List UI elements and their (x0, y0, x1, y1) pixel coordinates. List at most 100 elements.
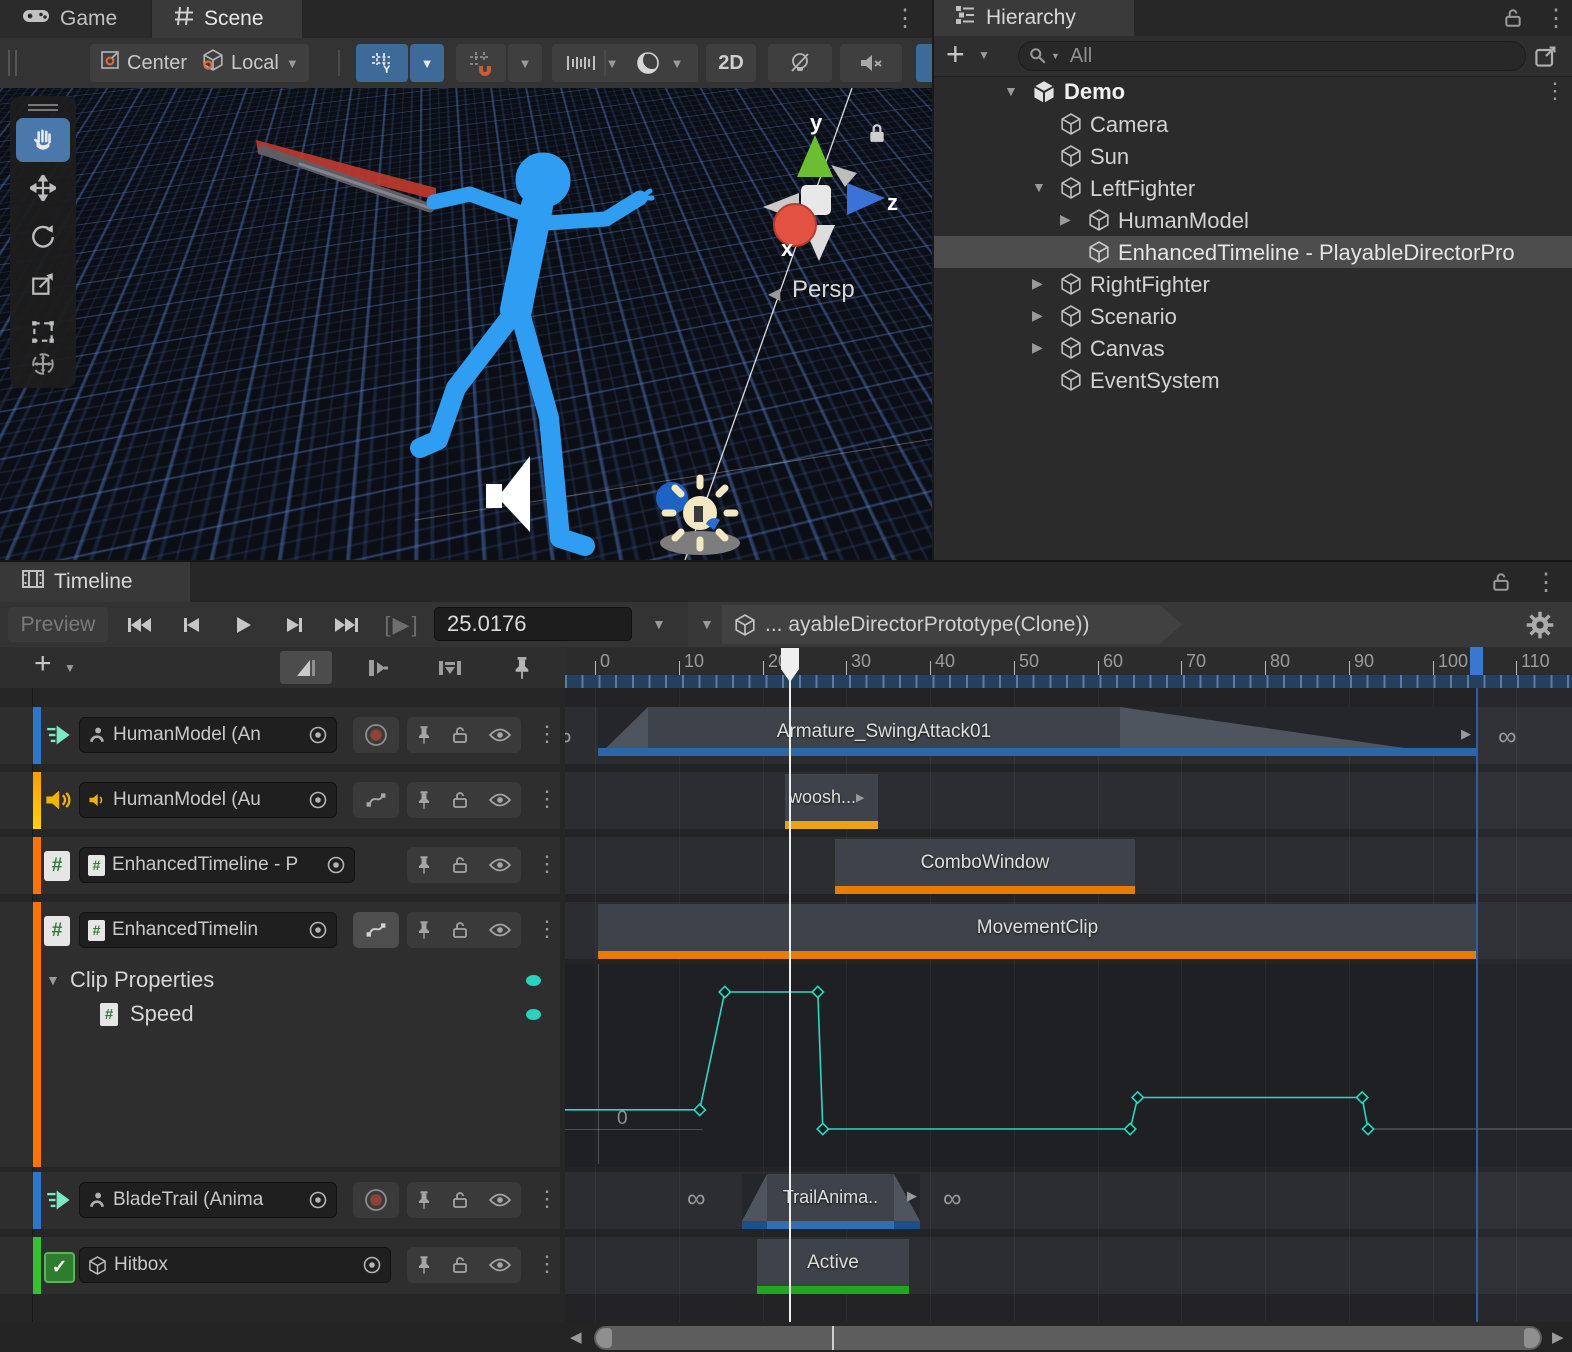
scale-tool-button[interactable] (16, 262, 70, 306)
timeline-settings-gear-icon[interactable] (1526, 611, 1554, 639)
lock-icon[interactable] (452, 1191, 468, 1209)
lock-icon[interactable] (452, 791, 468, 809)
object-picker-icon[interactable] (362, 1255, 382, 1275)
pin-icon[interactable] (417, 855, 431, 875)
grid-snap-y-button[interactable]: Y (356, 44, 408, 82)
hierarchy-lock-icon[interactable] (1504, 8, 1522, 28)
clip-properties-row[interactable]: ▼ Clip Properties (0, 964, 560, 998)
mix-mode-button[interactable] (280, 651, 332, 684)
track-header-hitbox[interactable]: ✓ Hitbox ⋮ (0, 1237, 560, 1294)
active-checkbox[interactable]: ✓ (44, 1252, 75, 1283)
projection-label[interactable]: Persp (792, 276, 855, 304)
foldout-closed-icon[interactable]: ▶ (1032, 275, 1043, 292)
time-field-dropdown-icon[interactable]: ▼ (652, 616, 666, 632)
lock-icon[interactable] (452, 726, 468, 744)
effects-button-partial[interactable] (916, 44, 932, 82)
lock-icon[interactable] (452, 921, 468, 939)
timeline-lock-icon[interactable] (1492, 572, 1510, 592)
track-kebab-icon[interactable]: ⋮ (536, 851, 558, 877)
scrollbar-handle-right[interactable] (1524, 1328, 1540, 1348)
eye-icon[interactable] (489, 1193, 511, 1207)
curves-button[interactable] (353, 782, 399, 818)
gizmo-lock-icon[interactable] (868, 123, 886, 143)
hierarchy-item-humanmodel[interactable]: ▶ HumanModel (934, 204, 1572, 236)
tab-hierarchy[interactable]: Hierarchy (934, 0, 1134, 36)
search-input[interactable]: ▼ All (1018, 41, 1526, 71)
track-kebab-icon[interactable]: ⋮ (536, 1186, 558, 1212)
lock-icon[interactable] (452, 856, 468, 874)
eye-icon[interactable] (489, 858, 511, 872)
clip-active[interactable]: Active (757, 1239, 909, 1286)
clip-woosh[interactable]: woosh... ▶ (785, 774, 878, 821)
add-track-button[interactable]: + (34, 647, 52, 681)
object-picker-icon[interactable] (308, 725, 328, 745)
hierarchy-item-sun[interactable]: Sun (934, 140, 1572, 172)
director-dropdown-icon[interactable]: ▼ (700, 616, 714, 632)
timeline-end-marker[interactable] (1470, 647, 1483, 675)
overlay-drag-handle[interactable] (28, 104, 58, 106)
ripple-mode-button[interactable] (352, 651, 404, 684)
scene-audio-mute-button[interactable] (840, 44, 902, 82)
transform-tool-button[interactable] (16, 344, 70, 384)
timeline-kebab-icon[interactable]: ⋮ (1534, 568, 1558, 597)
clip-movement[interactable]: MovementClip (598, 904, 1477, 951)
hierarchy-item-camera[interactable]: Camera (934, 108, 1572, 140)
hierarchy-item-canvas[interactable]: ▶ Canvas (934, 332, 1572, 364)
track-kebab-icon[interactable]: ⋮ (536, 916, 558, 942)
gizmo-axis-y-label[interactable]: y (810, 110, 822, 136)
scene-viewport[interactable]: y z x ◀ Persp (0, 88, 932, 560)
pin-icon[interactable] (417, 920, 431, 940)
hierarchy-kebab-icon[interactable]: ⋮ (1544, 4, 1568, 33)
object-picker-icon[interactable] (308, 790, 328, 810)
marker-pin-button[interactable] (496, 651, 548, 684)
shading-mode-dropdown[interactable]: ▼ (620, 44, 698, 82)
grid-snap-y-dropdown[interactable]: ▼ (410, 44, 444, 82)
foldout-closed-icon[interactable]: ▶ (1060, 211, 1071, 228)
scroll-left-icon[interactable]: ◀ (570, 1328, 582, 1346)
track-binding-field[interactable]: BladeTrail (Anima (79, 1182, 337, 1218)
track-header-bladetrail[interactable]: BladeTrail (Anima ⋮ (0, 1172, 560, 1229)
gizmo-axis-z-label[interactable]: z (887, 190, 898, 216)
preview-button[interactable]: Preview (8, 607, 108, 642)
hierarchy-item-rightfighter[interactable]: ▶ RightFighter (934, 268, 1572, 300)
pin-icon[interactable] (417, 1190, 431, 1210)
track-binding-field[interactable]: # EnhancedTimelin (79, 912, 337, 948)
snap-magnet-button[interactable] (456, 44, 506, 82)
snap-magnet-dropdown[interactable]: ▼ (508, 44, 542, 82)
eye-icon[interactable] (489, 728, 511, 742)
hierarchy-item-eventsystem[interactable]: EventSystem (934, 364, 1572, 396)
gizmo-axis-x-label[interactable]: x (781, 236, 793, 262)
track-binding-field[interactable]: Hitbox (79, 1247, 391, 1283)
eye-icon[interactable] (489, 1258, 511, 1272)
scroll-right-icon[interactable]: ▶ (1552, 1328, 1564, 1346)
tab-scene[interactable]: Scene (152, 0, 302, 38)
scene-menu-kebab-icon[interactable]: ⋮ (893, 4, 917, 33)
go-to-start-button[interactable] (114, 606, 164, 643)
tab-timeline[interactable]: Timeline (0, 562, 190, 602)
go-to-end-button[interactable] (322, 606, 372, 643)
object-picker-icon[interactable] (308, 920, 328, 940)
toggle-2d-button[interactable]: 2D (706, 44, 756, 82)
hierarchy-item-leftfighter[interactable]: ▼ LeftFighter (934, 172, 1572, 204)
eye-icon[interactable] (489, 923, 511, 937)
pin-icon[interactable] (417, 790, 431, 810)
hierarchy-item-demo[interactable]: ▼ Demo ⋮ (934, 76, 1572, 108)
track-header-enhancedtimeline-combo[interactable]: # # EnhancedTimeline - P ⋮ (0, 837, 560, 894)
clip-trail-easein[interactable] (742, 1174, 767, 1221)
track-binding-field[interactable]: # EnhancedTimeline - P (79, 847, 355, 883)
foldout-open-icon[interactable]: ▼ (46, 972, 60, 988)
search-filter-dropdown-icon[interactable]: ▼ (1051, 51, 1060, 61)
play-button[interactable] (218, 606, 268, 643)
item-kebab-icon[interactable]: ⋮ (1544, 78, 1566, 104)
hierarchy-item-scenario[interactable]: ▶ Scenario (934, 300, 1572, 332)
current-time-field[interactable]: 25.0176 (434, 607, 632, 641)
hierarchy-item-enhancedtimeline[interactable]: EnhancedTimeline - PlayableDirectorPro (934, 236, 1572, 268)
track-kebab-icon[interactable]: ⋮ (536, 786, 558, 812)
foldout-open-icon[interactable]: ▼ (1032, 179, 1046, 195)
scrollbar-handle-left[interactable] (596, 1328, 612, 1348)
track-header-enhancedtimeline-movement[interactable]: # # EnhancedTimelin ⋮ ▼ Clip Properties (0, 902, 560, 1167)
add-track-dropdown-icon[interactable]: ▼ (64, 661, 76, 675)
horizontal-scrollbar[interactable] (594, 1326, 1542, 1350)
pin-icon[interactable] (417, 1255, 431, 1275)
playhead-line[interactable] (789, 648, 791, 1322)
